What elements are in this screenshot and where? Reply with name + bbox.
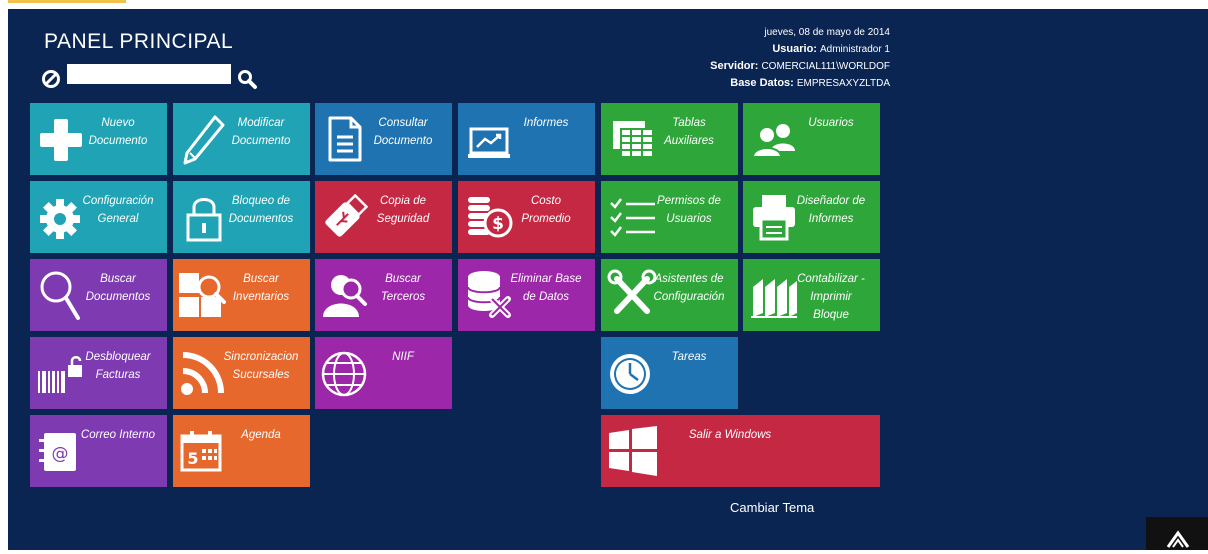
current-date: jueves, 08 de mayo de 2014 xyxy=(764,27,890,38)
tile-bloqueo-documentos[interactable]: Bloqueo de Documentos xyxy=(173,181,310,253)
tile-eliminar-base-datos[interactable]: Eliminar Base de Datos xyxy=(458,259,595,331)
tile-label: Buscar Terceros xyxy=(380,273,426,303)
database-info: Base Datos: EMPRESAXYZLTDA xyxy=(650,75,890,92)
clear-icon[interactable] xyxy=(40,68,62,90)
search-input[interactable] xyxy=(67,64,231,84)
tile-label: Buscar Documentos xyxy=(85,273,151,303)
tile-buscar-documentos[interactable]: Buscar Documentos xyxy=(30,259,167,331)
tile-configuracion-general[interactable]: Configuración General xyxy=(30,181,167,253)
tile-buscar-inventarios[interactable]: Buscar Inventarios xyxy=(173,259,310,331)
inventory-search-icon xyxy=(177,269,227,321)
page-title: PANEL PRINCIPAL xyxy=(44,30,234,53)
tile-nuevo-documento[interactable]: Nuevo Documento xyxy=(30,103,167,175)
server-value: COMERCIAL111\WORLDOF xyxy=(761,61,890,72)
tile-label: Correo Interno xyxy=(80,429,156,441)
server-info: Servidor: COMERCIAL111\WORLDOF xyxy=(650,58,890,75)
tile-modificar-documento[interactable]: Modificar Documento xyxy=(173,103,310,175)
chart-monitor-icon xyxy=(468,127,512,159)
calendar-icon: 5 xyxy=(179,429,223,473)
tile-salir-windows[interactable]: Salir a Windows xyxy=(601,415,880,487)
window-top-edge xyxy=(0,0,1208,9)
globe-icon xyxy=(319,349,369,399)
lock-icon xyxy=(185,193,223,243)
tile-label: Salir a Windows xyxy=(688,429,772,441)
tile-copia-seguridad[interactable]: Copia de Seguridad xyxy=(315,181,452,253)
tile-label: Modificar Documento xyxy=(231,117,291,147)
clock-icon xyxy=(607,351,653,397)
tile-desbloquear-facturas[interactable]: Desbloquear Facturas xyxy=(30,337,167,409)
tile-niif[interactable]: NIIF xyxy=(315,337,452,409)
tile-informes[interactable]: Informes xyxy=(458,103,595,175)
address-book-icon: @ xyxy=(36,429,80,475)
tile-label: Consultar Documento xyxy=(373,117,433,147)
svg-text:@: @ xyxy=(52,444,69,464)
tile-label: Buscar Inventarios xyxy=(232,273,290,303)
tile-label: Tablas Auxiliares xyxy=(664,117,714,147)
top-accent-bar xyxy=(8,0,126,3)
tile-label: Diseñador de Informes xyxy=(796,195,866,225)
tile-asistentes-configuracion[interactable]: Asistentes de Configuración xyxy=(601,259,738,331)
tile-contabilizar-imprimir[interactable]: Contabilizar - Imprimir Bloque xyxy=(743,259,880,331)
user-value: Administrador 1 xyxy=(819,44,890,55)
database-value: EMPRESAXYZLTDA xyxy=(796,78,890,89)
gear-icon xyxy=(38,197,82,241)
plus-icon xyxy=(38,117,84,163)
tile-label: Costo Promedio xyxy=(521,195,571,225)
tile-tablas-auxiliares[interactable]: Tablas Auxiliares xyxy=(601,103,738,175)
tile-tareas[interactable]: Tareas xyxy=(601,337,738,409)
pencil-icon xyxy=(181,113,227,167)
svg-text:5: 5 xyxy=(187,449,198,468)
database-label: Base Datos: xyxy=(730,77,794,89)
tile-label: Usuarios xyxy=(808,117,854,129)
tile-label: Copia de Seguridad xyxy=(376,195,430,225)
tile-label: Agenda xyxy=(241,429,281,441)
printer-icon xyxy=(751,193,797,241)
session-info: jueves, 08 de mayo de 2014 Usuario: Admin… xyxy=(650,25,890,92)
tile-label: Desbloquear Facturas xyxy=(85,351,151,381)
tile-costo-promedio[interactable]: $ Costo Promedio xyxy=(458,181,595,253)
server-label: Servidor: xyxy=(710,60,759,72)
tile-permisos-usuarios[interactable]: Permisos de Usuarios xyxy=(601,181,738,253)
spreadsheet-icon xyxy=(611,119,655,159)
tile-correo-interno[interactable]: @ Correo Interno xyxy=(30,415,167,487)
tile-sincronizacion-sucursales[interactable]: Sincronizacion Sucursales xyxy=(173,337,310,409)
scroll-top-button[interactable] xyxy=(1146,517,1208,550)
tile-disenador-informes[interactable]: Diseñador de Informes xyxy=(743,181,880,253)
cambiar-tema-link[interactable]: Cambiar Tema xyxy=(730,500,814,515)
tile-label: Permisos de Usuarios xyxy=(657,195,721,225)
document-icon xyxy=(327,115,363,163)
tile-label: NIIF xyxy=(392,351,414,363)
tile-label: Asistentes de Configuración xyxy=(653,273,725,303)
search-icon[interactable] xyxy=(236,68,258,90)
tile-label: Configuración General xyxy=(82,195,154,225)
rss-icon xyxy=(179,349,227,397)
tile-label: Informes xyxy=(523,117,569,129)
svg-text:$: $ xyxy=(492,214,504,234)
tile-usuarios[interactable]: Usuarios xyxy=(743,103,880,175)
chevron-up-icon xyxy=(1166,529,1190,554)
magnifier-icon xyxy=(38,269,84,323)
tile-label: Bloqueo de Documentos xyxy=(228,195,294,225)
tile-label: Eliminar Base de Datos xyxy=(510,273,582,303)
tile-agenda[interactable]: 5 Agenda xyxy=(173,415,310,487)
tile-buscar-terceros[interactable]: Buscar Terceros xyxy=(315,259,452,331)
tile-label: Tareas xyxy=(671,351,707,363)
tile-consultar-documento[interactable]: Consultar Documento xyxy=(315,103,452,175)
tile-label: Nuevo Documento xyxy=(88,117,148,147)
tile-label: Sincronizacion Sucursales xyxy=(223,351,299,381)
tile-label: Contabilizar - Imprimir Bloque xyxy=(797,273,865,321)
user-label: Usuario: xyxy=(772,43,817,55)
user-info: Usuario: Administrador 1 xyxy=(650,41,890,58)
